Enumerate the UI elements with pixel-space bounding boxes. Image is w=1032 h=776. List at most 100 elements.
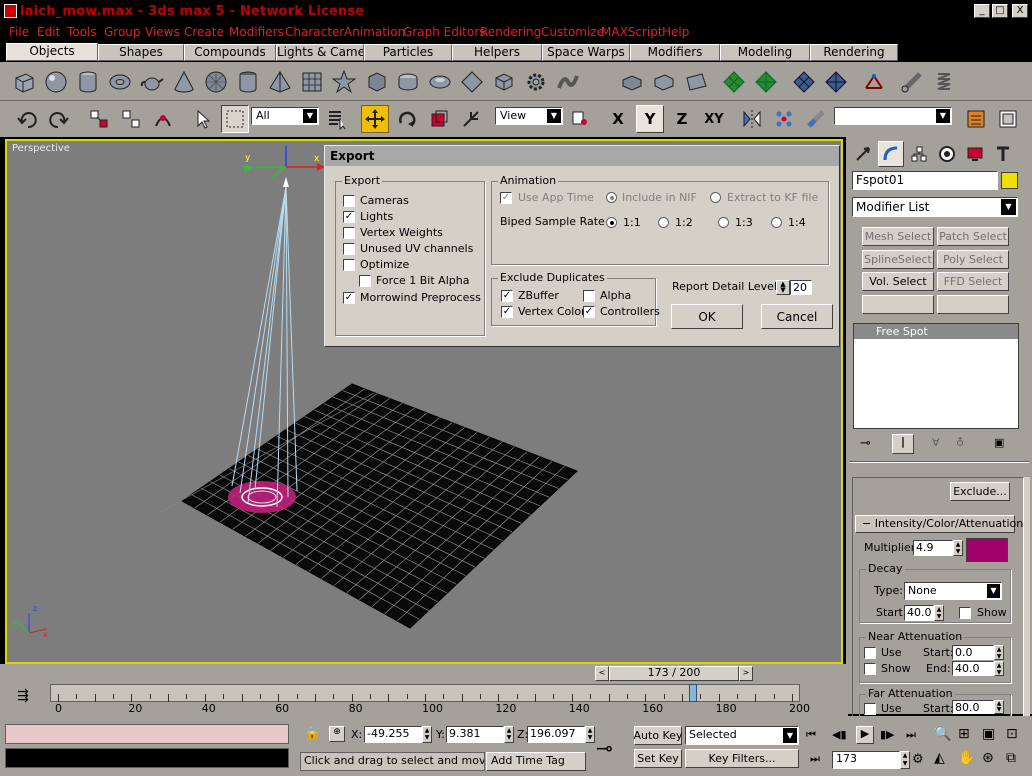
vol-select-button[interactable]: Vol. Select bbox=[862, 272, 934, 291]
key-mode-dropdown[interactable]: Selected ▼ bbox=[685, 726, 799, 745]
rotate-icon[interactable] bbox=[393, 105, 421, 133]
z-coord-spinner[interactable]: ▲ ▼ bbox=[585, 726, 595, 743]
near-show-checkbox[interactable] bbox=[864, 663, 876, 675]
teapot-icon[interactable] bbox=[137, 67, 166, 96]
scale-icon[interactable] bbox=[425, 105, 453, 133]
spline-select-button[interactable]: SplineSelect bbox=[862, 250, 934, 269]
hose-icon[interactable] bbox=[553, 67, 582, 96]
undo-icon[interactable] bbox=[13, 105, 41, 133]
oil-tank-icon[interactable] bbox=[425, 67, 454, 96]
close-button[interactable]: X bbox=[1012, 4, 1028, 18]
menu-graph-editors[interactable]: Graph Editors bbox=[403, 25, 485, 39]
tab-objects[interactable]: Objects bbox=[6, 43, 98, 61]
menu-views[interactable]: Views bbox=[145, 25, 180, 39]
export-option-checkbox[interactable] bbox=[343, 243, 355, 255]
remove-modifier-icon[interactable]: ♁ bbox=[956, 436, 964, 449]
goto-start-icon[interactable]: ⏮ bbox=[806, 728, 816, 742]
tab-compounds[interactable]: Compounds bbox=[184, 44, 276, 61]
maximize-button[interactable]: □ bbox=[992, 4, 1008, 18]
cone-icon[interactable] bbox=[169, 67, 198, 96]
axis-x-button[interactable]: X bbox=[604, 105, 632, 133]
l-ext-icon[interactable] bbox=[617, 67, 646, 96]
absolute-mode-icon[interactable]: ⊕ bbox=[329, 726, 345, 742]
z-coord-field[interactable]: 196.097 bbox=[527, 726, 585, 743]
near-end-field[interactable]: 40.0 bbox=[952, 661, 994, 676]
tab-modifiers[interactable]: Modifiers bbox=[630, 44, 720, 61]
display-panel-icon[interactable] bbox=[962, 141, 988, 167]
reference-coord-dropdown[interactable]: View ▼ bbox=[495, 107, 563, 125]
next-frame-icon[interactable]: ▮▶ bbox=[880, 728, 895, 741]
stack-item-free-spot[interactable]: Free Spot bbox=[854, 324, 1018, 339]
make-unique-icon[interactable]: ∀ bbox=[932, 436, 940, 449]
y-coord-spinner[interactable]: ▲ ▼ bbox=[504, 726, 514, 743]
time-slider-next-icon[interactable]: > bbox=[739, 666, 753, 681]
decay-start-field[interactable]: 40.0 bbox=[904, 605, 934, 621]
rollout-header[interactable]: − Intensity/Color/Attenuation bbox=[855, 515, 1023, 533]
decay-type-dropdown[interactable]: None ▼ bbox=[904, 582, 1002, 600]
transform-gizmo[interactable]: y x bbox=[243, 146, 325, 178]
alpha-checkbox[interactable] bbox=[583, 290, 595, 302]
patch-quad-icon[interactable] bbox=[719, 67, 748, 96]
rate-1-2-radio[interactable] bbox=[658, 217, 669, 228]
x-coord-field[interactable]: -49.255 bbox=[364, 726, 422, 743]
menu-rendering[interactable]: Rendering bbox=[480, 25, 541, 39]
prev-frame-icon[interactable]: ◀▮ bbox=[832, 728, 847, 741]
minimize-button[interactable]: _ bbox=[974, 4, 990, 18]
align-icon[interactable] bbox=[802, 105, 830, 133]
use-app-time-checkbox[interactable]: ✓ bbox=[500, 192, 512, 204]
box-icon[interactable] bbox=[9, 67, 38, 96]
named-selection-dropdown[interactable]: ▼ bbox=[834, 107, 952, 125]
y-coord-field[interactable]: 9.381 bbox=[446, 726, 504, 743]
chamfer-cyl-icon[interactable] bbox=[393, 67, 422, 96]
near-use-checkbox[interactable] bbox=[864, 647, 876, 659]
tab-space-warps[interactable]: Space Warps bbox=[542, 44, 630, 61]
near-start-spinner[interactable]: ▲ ▼ bbox=[994, 645, 1004, 660]
export-option-checkbox[interactable]: ✓ bbox=[343, 292, 355, 304]
plane-icon[interactable] bbox=[297, 67, 326, 96]
far-start-field[interactable]: 80.0 bbox=[952, 700, 994, 714]
export-option-checkbox[interactable] bbox=[359, 275, 371, 287]
near-end-spinner[interactable]: ▲ ▼ bbox=[994, 661, 1004, 676]
sphere-icon[interactable] bbox=[41, 67, 70, 96]
zoom-extents-icon[interactable]: ▣ bbox=[982, 726, 995, 742]
spring-icon[interactable] bbox=[929, 67, 958, 96]
bone-icon[interactable] bbox=[897, 67, 926, 96]
menu-edit[interactable]: Edit bbox=[37, 25, 60, 39]
near-start-field[interactable]: 0.0 bbox=[952, 645, 994, 660]
time-slider[interactable]: 173 / 200 bbox=[609, 666, 739, 681]
menu-file[interactable]: File bbox=[9, 25, 29, 39]
app-icon[interactable] bbox=[4, 4, 17, 18]
manipulate-icon[interactable] bbox=[457, 105, 485, 133]
rate-1-3-radio[interactable] bbox=[718, 217, 729, 228]
mirror-icon[interactable] bbox=[738, 105, 766, 133]
spindle-icon[interactable] bbox=[457, 67, 486, 96]
set-key-button[interactable]: Set Key bbox=[634, 749, 682, 768]
current-time-marker[interactable] bbox=[688, 684, 697, 702]
select-by-name-icon[interactable] bbox=[323, 105, 351, 133]
key-icon[interactable]: ⊸ bbox=[596, 736, 613, 760]
array-icon[interactable] bbox=[770, 105, 798, 133]
axis-y-button[interactable]: Y bbox=[636, 105, 664, 133]
tube-icon[interactable] bbox=[233, 67, 262, 96]
report-detail-spinner[interactable]: ▲ ▼ bbox=[776, 280, 790, 295]
empty-modifier-button[interactable] bbox=[862, 295, 934, 314]
axis-z-button[interactable]: Z bbox=[668, 105, 696, 133]
poly-select-button[interactable]: Poly Select bbox=[937, 250, 1009, 269]
modify-panel-icon[interactable] bbox=[878, 141, 904, 167]
export-option-checkbox[interactable]: ✓ bbox=[343, 211, 355, 223]
ffd-select-button[interactable]: FFD Select bbox=[937, 272, 1009, 291]
motion-panel-icon[interactable] bbox=[934, 141, 960, 167]
nurbs-cv-icon[interactable] bbox=[789, 67, 818, 96]
export-option-checkbox[interactable] bbox=[343, 259, 355, 271]
pyramid-icon[interactable] bbox=[265, 67, 294, 96]
controllers-checkbox[interactable]: ✓ bbox=[583, 306, 595, 318]
tab-modeling[interactable]: Modeling bbox=[720, 44, 810, 61]
include-in-nif-radio[interactable] bbox=[606, 192, 617, 203]
hedra-icon[interactable] bbox=[329, 67, 358, 96]
multiplier-spinner[interactable]: ▲ ▼ bbox=[953, 540, 963, 556]
nurbs-point-icon[interactable] bbox=[821, 67, 850, 96]
decay-show-checkbox[interactable] bbox=[959, 607, 971, 619]
rate-1-4-radio[interactable] bbox=[771, 217, 782, 228]
tab-rendering[interactable]: Rendering bbox=[810, 44, 898, 61]
menu-tools[interactable]: Tools bbox=[67, 25, 97, 39]
